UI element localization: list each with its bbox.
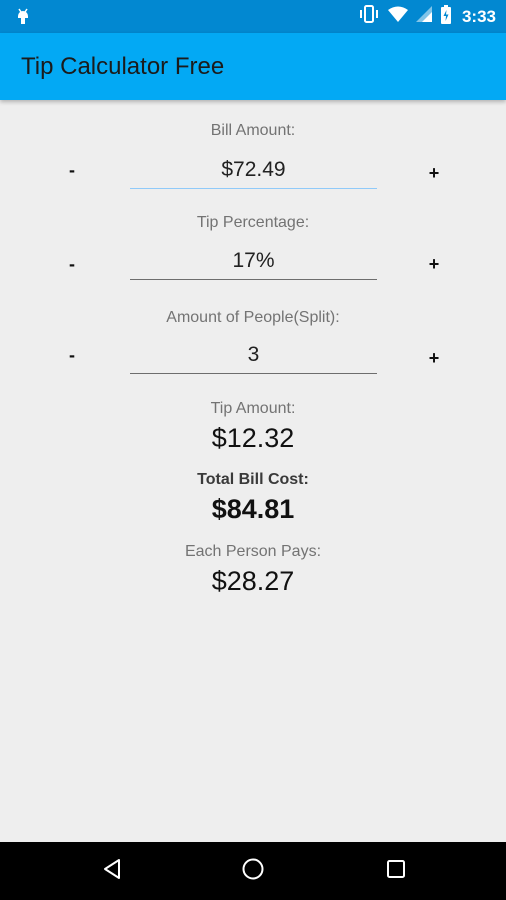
people-split-label: Amount of People(Split):	[166, 309, 340, 326]
back-button[interactable]	[97, 856, 127, 886]
each-person-value: $28.27	[211, 566, 295, 596]
back-icon	[101, 858, 123, 885]
each-person-label: Each Person Pays:	[184, 543, 322, 560]
recents-icon	[386, 859, 406, 884]
navigation-bar	[0, 842, 506, 900]
signal-icon	[415, 6, 432, 27]
app-bar: Tip Calculator Free	[0, 33, 506, 100]
people-split-input[interactable]: 3	[130, 343, 377, 374]
tip-percentage-input[interactable]: 17%	[130, 249, 377, 280]
status-icons: 3:33	[358, 0, 496, 33]
tip-amount-label: Tip Amount:	[210, 400, 296, 417]
bill-minus-button[interactable]: -	[57, 155, 87, 185]
calculator-form: Bill Amount: - $72.49 + Tip Percentage: …	[0, 100, 506, 842]
bill-amount-input[interactable]: $72.49	[130, 158, 377, 189]
vibrate-icon	[358, 5, 380, 28]
home-button[interactable]	[238, 856, 268, 886]
people-plus-button[interactable]: +	[419, 343, 449, 373]
status-time: 3:33	[461, 6, 496, 26]
home-icon	[241, 857, 265, 886]
android-debug-icon	[14, 7, 32, 25]
total-bill-value: $84.81	[211, 494, 295, 524]
app-title: Tip Calculator Free	[21, 53, 225, 80]
tip-percentage-label: Tip Percentage:	[196, 214, 310, 231]
tip-minus-button[interactable]: -	[57, 249, 87, 279]
total-bill-label: Total Bill Cost:	[197, 471, 309, 488]
tip-amount-value: $12.32	[211, 423, 295, 453]
wifi-icon	[387, 6, 408, 27]
battery-icon	[440, 4, 452, 29]
bill-plus-button[interactable]: +	[419, 158, 449, 188]
status-bar: 3:33	[0, 0, 506, 33]
bill-amount-label: Bill Amount:	[210, 122, 296, 139]
recents-button[interactable]	[381, 856, 411, 886]
people-minus-button[interactable]: -	[57, 340, 87, 370]
tip-plus-button[interactable]: +	[419, 249, 449, 279]
